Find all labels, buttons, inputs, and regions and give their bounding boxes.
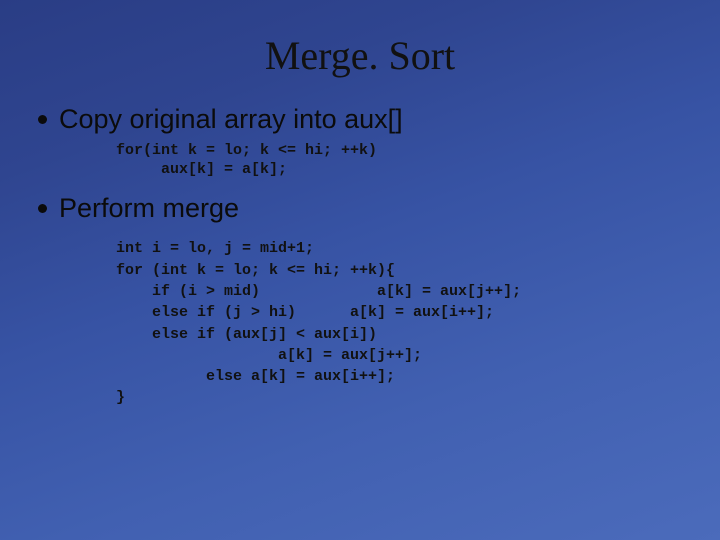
bullet-text: Perform merge bbox=[59, 193, 239, 224]
bullet-item: Copy original array into aux[] bbox=[38, 104, 700, 135]
code-block-merge: int i = lo, j = mid+1; for (int k = lo; … bbox=[116, 238, 700, 408]
bullet-icon bbox=[38, 115, 47, 124]
slide-content: Copy original array into aux[] for(int k… bbox=[38, 104, 700, 409]
bullet-text: Copy original array into aux[] bbox=[59, 104, 403, 135]
slide: Merge. Sort Copy original array into aux… bbox=[0, 0, 720, 540]
bullet-item: Perform merge bbox=[38, 193, 700, 224]
code-block-copy: for(int k = lo; k <= hi; ++k) aux[k] = a… bbox=[116, 141, 700, 179]
slide-title: Merge. Sort bbox=[0, 32, 720, 79]
bullet-icon bbox=[38, 204, 47, 213]
